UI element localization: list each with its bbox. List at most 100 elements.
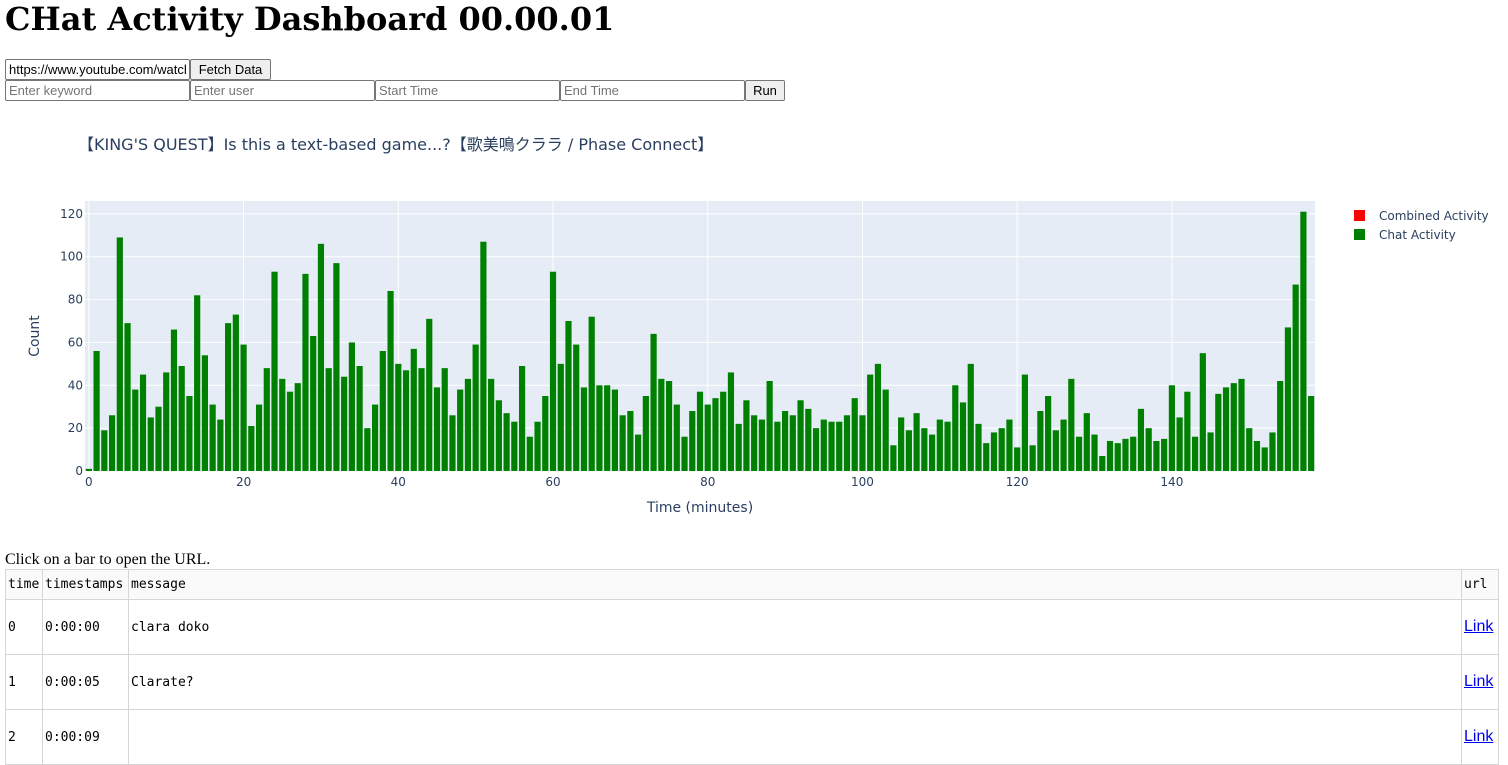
bar-chat-activity[interactable]: [936, 419, 943, 471]
bar-chat-activity[interactable]: [596, 385, 603, 471]
bar-chat-activity[interactable]: [1106, 441, 1114, 471]
bar-chat-activity[interactable]: [735, 423, 742, 471]
run-button[interactable]: Run: [745, 80, 785, 101]
bar-chat-activity[interactable]: [85, 468, 92, 471]
bar-chat-activity[interactable]: [1269, 432, 1276, 471]
bar-chat-activity[interactable]: [255, 404, 263, 471]
bar-chat-activity[interactable]: [1277, 381, 1284, 471]
bar-chat-activity[interactable]: [1114, 443, 1121, 471]
bar-chat-activity[interactable]: [279, 378, 286, 471]
bar-chat-activity[interactable]: [449, 415, 456, 471]
bar-chat-activity[interactable]: [1284, 327, 1292, 471]
bar-chat-activity[interactable]: [341, 376, 348, 471]
bar-chat-activity[interactable]: [944, 421, 951, 471]
bar-chat-activity[interactable]: [859, 415, 866, 471]
bar-chat-activity[interactable]: [503, 413, 510, 471]
bar-chat-activity[interactable]: [194, 295, 201, 471]
bar-chat-activity[interactable]: [379, 351, 386, 471]
bar-chat-activity[interactable]: [913, 413, 920, 471]
bar-chat-activity[interactable]: [642, 396, 649, 471]
bar-chat-activity[interactable]: [1083, 413, 1090, 471]
bar-chat-activity[interactable]: [797, 400, 804, 471]
bar-chat-activity[interactable]: [874, 363, 882, 471]
bar-chat-activity[interactable]: [271, 271, 278, 471]
bar-chat-activity[interactable]: [139, 374, 147, 471]
bar-chat-activity[interactable]: [650, 333, 657, 471]
row-link[interactable]: Link: [1464, 618, 1493, 635]
user-input[interactable]: [190, 80, 375, 101]
end-time-input[interactable]: [560, 80, 745, 101]
bar-chat-activity[interactable]: [681, 436, 688, 471]
bar-chat-activity[interactable]: [952, 385, 959, 471]
bar-chat-activity[interactable]: [93, 351, 100, 471]
bar-chat-activity[interactable]: [689, 411, 696, 471]
bar-chat-activity[interactable]: [727, 372, 735, 471]
bar-chat-activity[interactable]: [573, 344, 580, 471]
bar-chat-activity[interactable]: [395, 363, 402, 471]
bar-chat-activity[interactable]: [565, 321, 572, 471]
bar-chat-activity[interactable]: [248, 426, 255, 471]
bar-chat-activity[interactable]: [186, 396, 193, 471]
bar-chat-activity[interactable]: [1045, 396, 1052, 471]
bar-chat-activity[interactable]: [372, 404, 379, 471]
bar-chat-activity[interactable]: [983, 443, 990, 471]
bar-chat-activity[interactable]: [658, 378, 665, 471]
row-link[interactable]: Link: [1464, 728, 1493, 745]
bar-chat-activity[interactable]: [433, 387, 441, 471]
bar-chat-activity[interactable]: [178, 366, 185, 471]
bar-chat-activity[interactable]: [410, 348, 417, 471]
bar-chat-activity[interactable]: [356, 366, 363, 471]
bar-chat-activity[interactable]: [580, 387, 588, 471]
bar-chat-activity[interactable]: [1006, 419, 1013, 471]
bar-chat-activity[interactable]: [147, 417, 154, 471]
bar-chat-activity[interactable]: [457, 389, 464, 471]
bar-chat-activity[interactable]: [905, 430, 912, 471]
bar-chat-activity[interactable]: [704, 404, 711, 471]
bar-chat-activity[interactable]: [333, 263, 340, 471]
bar-chat-activity[interactable]: [1246, 428, 1253, 471]
bar-chat-activity[interactable]: [851, 398, 858, 471]
bar-chat-activity[interactable]: [1099, 456, 1106, 471]
bar-chat-activity[interactable]: [1145, 428, 1152, 471]
bar-chat-activity[interactable]: [557, 363, 564, 471]
bar-chat-activity[interactable]: [1199, 353, 1206, 471]
bar-chat-activity[interactable]: [325, 368, 332, 471]
bar-chat-activity[interactable]: [170, 329, 178, 471]
bar-chat-activity[interactable]: [782, 411, 789, 471]
bar-chat-activity[interactable]: [712, 398, 719, 471]
bar-chat-activity[interactable]: [967, 363, 974, 471]
bar-chat-activity[interactable]: [1230, 383, 1237, 471]
bar-chat-activity[interactable]: [898, 417, 905, 471]
bar-chat-activity[interactable]: [975, 423, 982, 471]
bar-chat-activity[interactable]: [364, 428, 371, 471]
bar-chat-activity[interactable]: [542, 396, 549, 471]
bar-chat-activity[interactable]: [1222, 387, 1230, 471]
bar-chat-activity[interactable]: [240, 344, 247, 471]
bar-chat-activity[interactable]: [1238, 378, 1245, 471]
start-time-input[interactable]: [375, 80, 560, 101]
bar-chat-activity[interactable]: [882, 389, 889, 471]
bar-chat-activity[interactable]: [789, 415, 796, 471]
bar-chat-activity[interactable]: [1192, 436, 1199, 471]
bar-chat-activity[interactable]: [209, 404, 216, 471]
bar-chat-activity[interactable]: [1068, 378, 1075, 471]
bar-chat-activity[interactable]: [1176, 417, 1183, 471]
bar-chat-activity[interactable]: [488, 378, 495, 471]
bar-chat-activity[interactable]: [132, 389, 139, 471]
fetch-data-button[interactable]: Fetch Data: [190, 59, 271, 80]
bar-chat-activity[interactable]: [464, 378, 472, 471]
bar-chat-activity[interactable]: [1300, 211, 1307, 471]
bar-chat-activity[interactable]: [426, 318, 433, 471]
bar-chat-activity[interactable]: [696, 391, 704, 471]
bar-chat-activity[interactable]: [820, 419, 827, 471]
bar-chat-activity[interactable]: [549, 271, 557, 471]
bar-chat-activity[interactable]: [627, 411, 634, 471]
bar-chat-activity[interactable]: [959, 402, 967, 471]
legend[interactable]: Combined Activity Chat Activity: [1354, 209, 1489, 242]
bar-chat-activity[interactable]: [402, 370, 410, 471]
bar-chat-activity[interactable]: [751, 415, 758, 471]
bar-chat-activity[interactable]: [495, 400, 502, 471]
bar-chat-activity[interactable]: [1029, 445, 1036, 471]
bar-chat-activity[interactable]: [928, 434, 936, 471]
bar-chat-activity[interactable]: [1014, 447, 1021, 471]
